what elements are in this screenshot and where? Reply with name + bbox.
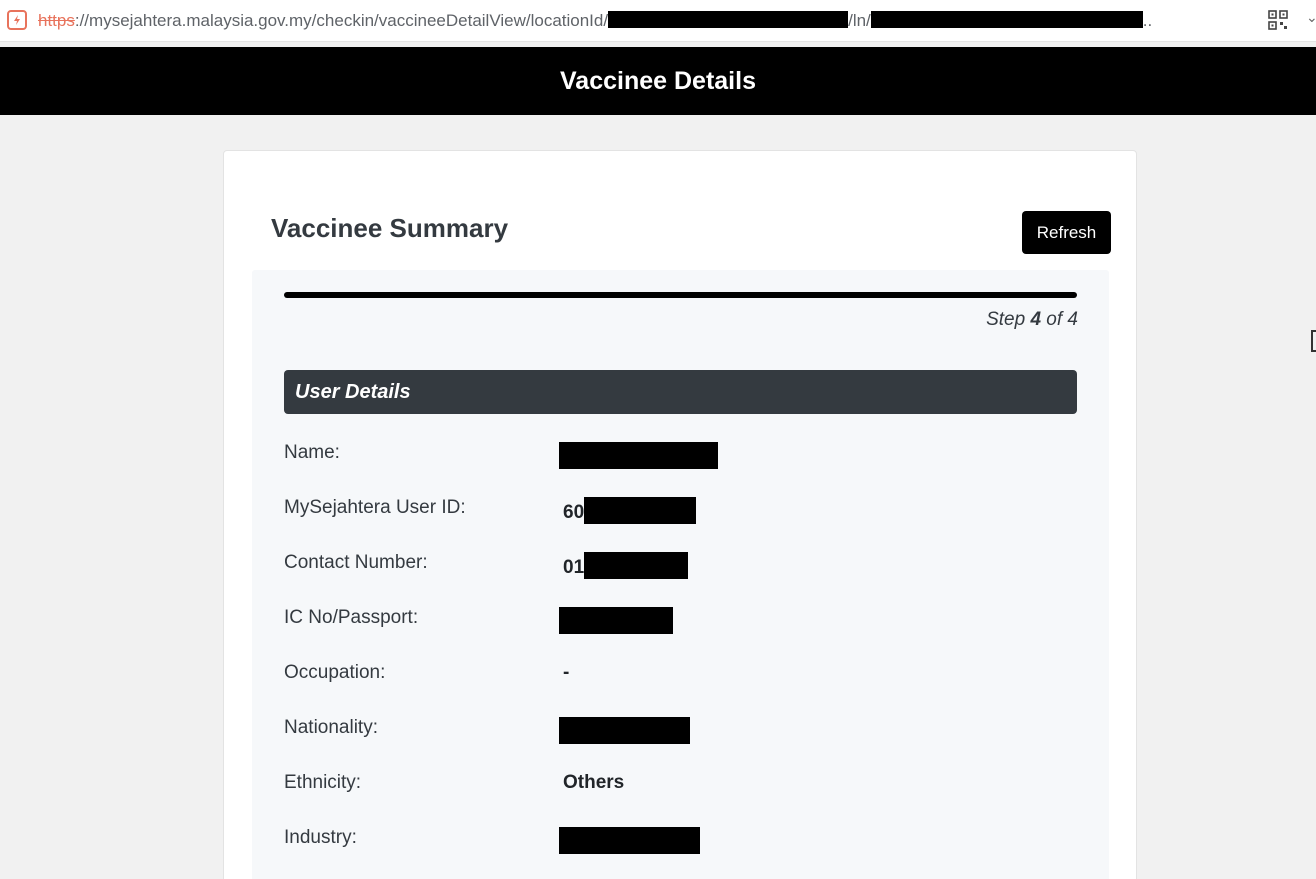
step-prefix: Step	[986, 309, 1026, 330]
chevron-down-icon[interactable]: ⌄	[1306, 10, 1316, 26]
qr-code-icon[interactable]	[1268, 10, 1288, 30]
url-redaction	[870, 11, 1143, 28]
detail-row: Name:	[284, 430, 1077, 485]
detail-value	[559, 827, 700, 854]
detail-row: IC No/Passport:	[284, 595, 1077, 650]
step-indicator: Step 4 of 4	[986, 309, 1078, 331]
redaction-box	[559, 717, 690, 744]
detail-value-text: -	[563, 662, 570, 683]
redaction-box	[584, 497, 697, 524]
detail-label: Contact Number:	[284, 552, 428, 573]
page-header: Vaccinee Details	[0, 47, 1316, 115]
step-current: 4	[1030, 309, 1042, 330]
detail-value: -	[563, 662, 569, 684]
page-title: Vaccinee Details	[560, 67, 756, 95]
detail-label: IC No/Passport:	[284, 607, 419, 628]
user-details-list: Name: MySejahtera User ID: 60 Contact Numbe…	[284, 430, 1077, 870]
cursor-icon	[1311, 330, 1316, 352]
detail-row: MySejahtera User ID: 60	[284, 485, 1077, 540]
progress-bar	[284, 292, 1077, 298]
vaccinee-summary-card: Vaccinee Summary Refresh Step 4 of 4 Use…	[223, 150, 1137, 879]
detail-label: Name:	[284, 442, 340, 463]
detail-value	[559, 717, 690, 744]
detail-label: Industry:	[284, 827, 357, 848]
redaction-box	[559, 607, 673, 634]
detail-value	[559, 607, 673, 634]
detail-value-text: 01	[563, 557, 585, 578]
detail-row: Nationality:	[284, 705, 1077, 760]
detail-row: Ethnicity: Others	[284, 760, 1077, 815]
not-secure-icon[interactable]	[7, 10, 27, 30]
redaction-box	[584, 552, 689, 579]
detail-label: MySejahtera User ID:	[284, 497, 466, 518]
detail-value: 01	[563, 552, 689, 579]
url-ellipsis: ..	[1142, 11, 1153, 30]
card-title: Vaccinee Summary	[271, 213, 509, 243]
detail-row: Occupation: -	[284, 650, 1077, 705]
step-total: of 4	[1046, 309, 1078, 330]
detail-label: Nationality:	[284, 717, 378, 738]
detail-value: 60	[563, 497, 697, 524]
url-protocol: https	[38, 11, 75, 30]
redaction-box	[559, 827, 700, 854]
detail-label: Ethnicity:	[284, 772, 362, 793]
detail-value-text: Others	[563, 772, 625, 793]
user-details-header: User Details	[284, 370, 1077, 414]
detail-row: Industry:	[284, 815, 1077, 870]
detail-value-text: 60	[563, 502, 585, 523]
url-redaction	[608, 11, 849, 28]
url-path: ://mysejahtera.malaysia.gov.my/checkin/v…	[74, 11, 609, 30]
section-title: User Details	[295, 381, 411, 403]
url-text[interactable]: https://mysejahtera.malaysia.gov.my/chec…	[38, 10, 1152, 32]
detail-value: Others	[563, 772, 624, 794]
summary-panel: Step 4 of 4 User Details Name: MySejahter…	[252, 270, 1109, 879]
refresh-button[interactable]: Refresh	[1022, 211, 1111, 254]
detail-value	[559, 442, 718, 469]
progress-fill	[284, 292, 1077, 298]
browser-address-bar: https://mysejahtera.malaysia.gov.my/chec…	[0, 0, 1316, 42]
redaction-box	[559, 442, 718, 469]
detail-row: Contact Number: 01	[284, 540, 1077, 595]
detail-label: Occupation:	[284, 662, 386, 683]
url-path-2: /ln/	[848, 11, 871, 30]
